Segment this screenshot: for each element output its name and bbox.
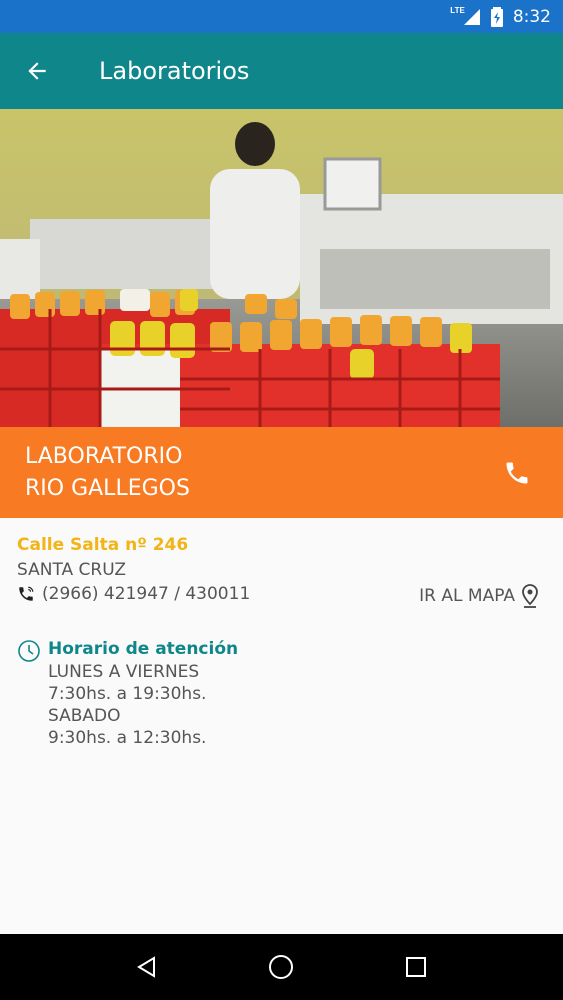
status-time: 8:32 [512, 6, 551, 27]
hours-line: SABADO [48, 706, 121, 726]
square-recents-icon [405, 957, 426, 977]
phone-link[interactable]: (2966) 421947 / 430011 [17, 584, 250, 604]
street-address: Calle Salta nº 246 [17, 535, 189, 555]
signal-icon: LTE [450, 6, 481, 26]
hours-line: 7:30hs. a 19:30hs. [48, 684, 207, 704]
lab-details: Calle Salta nº 246 SANTA CRUZ (2966) 421… [0, 518, 563, 934]
status-bar: LTE 8:32 [0, 0, 563, 33]
circle-home-icon [269, 955, 294, 979]
arrow-back-icon [28, 62, 46, 80]
clock-icon [18, 640, 40, 662]
lab-name-line2: RIO GALLEGOS [25, 475, 190, 501]
phone-icon [506, 462, 528, 483]
triangle-back-icon [137, 956, 156, 978]
back-button[interactable] [0, 33, 74, 109]
map-button[interactable]: IR AL MAPA [419, 584, 539, 608]
nav-back-button[interactable] [127, 947, 167, 987]
nav-home-button[interactable] [261, 947, 301, 987]
lab-name: LABORATORIO RIO GALLEGOS [25, 441, 190, 505]
phone-call-icon [17, 584, 37, 604]
battery-charging-icon [490, 6, 503, 27]
laboratory-photo [0, 109, 563, 427]
hours-line: LUNES A VIERNES [48, 662, 200, 682]
hours-title: Horario de atención [48, 639, 239, 659]
network-label: LTE [450, 6, 465, 15]
call-button[interactable] [497, 453, 537, 493]
province: SANTA CRUZ [17, 560, 127, 580]
lab-header: LABORATORIO RIO GALLEGOS [0, 427, 563, 518]
nav-recents-button[interactable] [396, 947, 436, 987]
lab-name-line1: LABORATORIO [25, 443, 183, 469]
app-bar: Laboratorios [0, 33, 563, 109]
hours-line: 9:30hs. a 12:30hs. [48, 728, 207, 748]
system-nav-bar [0, 934, 563, 1000]
map-pin-icon [521, 584, 539, 608]
hours-list: LUNES A VIERNES 7:30hs. a 19:30hs. SABAD… [48, 661, 206, 749]
page-title: Laboratorios [99, 57, 250, 85]
map-label: IR AL MAPA [419, 586, 515, 606]
phone-number: (2966) 421947 / 430011 [42, 584, 251, 604]
